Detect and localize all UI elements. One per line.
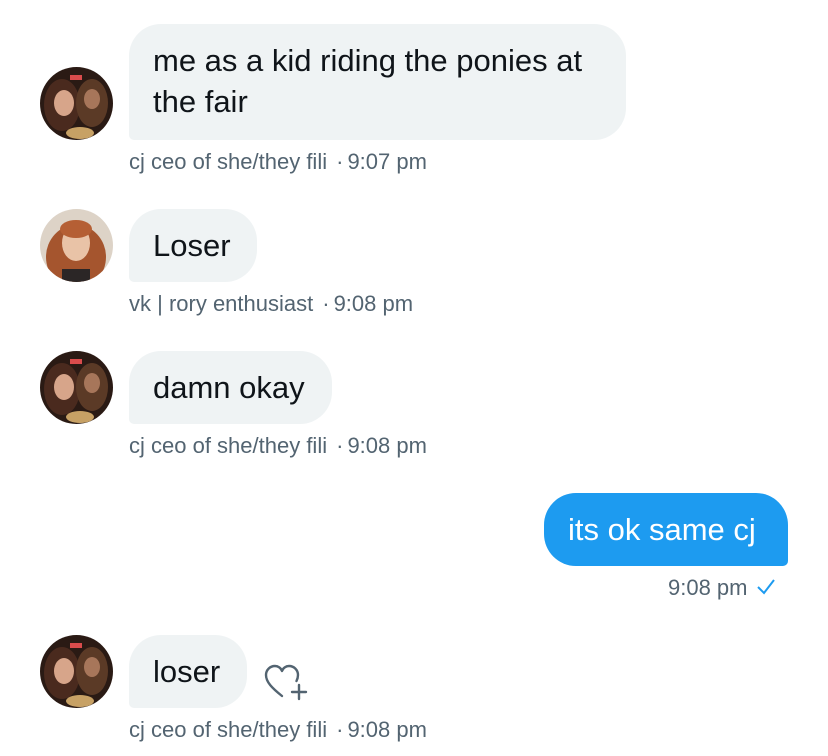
message-meta: 9:08 pm xyxy=(668,575,776,602)
user-avatar-cj[interactable] xyxy=(40,635,113,708)
meta-separator: · xyxy=(336,433,344,458)
user-avatar-cj[interactable] xyxy=(40,351,113,424)
sender-name[interactable]: cj ceo of she/they fili xyxy=(129,433,327,458)
message-bubble[interactable]: me as a kid riding the ponies at the fai… xyxy=(129,24,626,140)
sender-name[interactable]: vk | rory enthusiast xyxy=(129,291,313,316)
checkmark-icon xyxy=(756,576,776,602)
user-avatar-vk[interactable] xyxy=(40,209,113,282)
message-timestamp: 9:08 pm xyxy=(668,575,748,600)
meta-separator: · xyxy=(336,717,344,742)
add-reaction-heart-icon[interactable] xyxy=(262,662,310,702)
message-bubble[interactable]: damn okay xyxy=(129,351,332,424)
message-bubble[interactable]: Loser xyxy=(129,209,257,282)
message-bubble[interactable]: loser xyxy=(129,635,247,708)
message-bubble-outgoing[interactable]: its ok same cj xyxy=(544,493,788,566)
sender-name[interactable]: cj ceo of she/they fili xyxy=(129,717,327,742)
user-avatar-cj[interactable] xyxy=(40,67,113,140)
message-timestamp: 9:07 pm xyxy=(347,149,427,174)
message-meta: cj ceo of she/they fili · 9:07 pm xyxy=(129,149,427,175)
message-meta: vk | rory enthusiast · 9:08 pm xyxy=(129,291,413,317)
message-meta: cj ceo of she/they fili · 9:08 pm xyxy=(129,433,427,459)
meta-separator: · xyxy=(336,149,344,174)
message-timestamp: 9:08 pm xyxy=(333,291,414,316)
sender-name[interactable]: cj ceo of she/they fili xyxy=(129,149,327,174)
meta-separator: · xyxy=(322,291,330,316)
message-meta: cj ceo of she/they fili · 9:08 pm xyxy=(129,717,427,743)
message-timestamp: 9:08 pm xyxy=(347,433,427,458)
message-timestamp: 9:08 pm xyxy=(347,717,427,742)
